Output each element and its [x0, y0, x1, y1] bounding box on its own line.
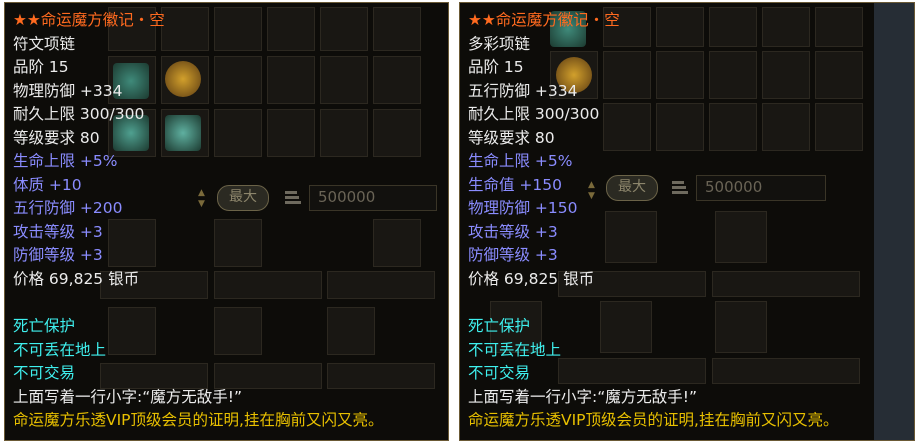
- item-tooltip: ★★命运魔方徽记・空 符文项链 品阶 15 物理防御 +334 耐久上限 300…: [5, 3, 383, 433]
- bonus-stat: 攻击等级 +3: [13, 222, 103, 241]
- item-tooltip-panel-right: ▲ ▼ 最大 500000 ★★命运魔方徽记・空 多彩项链 品阶 15 五行防御…: [459, 2, 915, 441]
- item-grade: 品阶 15: [13, 58, 69, 76]
- bonus-stat: 生命上限 +5%: [13, 152, 118, 170]
- item-type: 多彩项链: [468, 34, 531, 53]
- bonus-stat: 生命上限 +5%: [468, 152, 573, 170]
- item-property: 不可丢在地上: [13, 340, 107, 359]
- item-price: 价格 69,825 银币: [468, 269, 595, 288]
- background-edge: [874, 3, 914, 440]
- item-tooltip-panel-left: ▲ ▼ 最大 500000 ★★命运魔方徽记・空 符文项链 品阶 15 物理防御…: [4, 2, 449, 441]
- level-requirement: 等级要求 80: [13, 128, 100, 147]
- item-title: ★★命运魔方徽记・空: [13, 11, 165, 29]
- item-property: 不可丢在地上: [468, 340, 562, 359]
- item-property: 死亡保护: [468, 317, 531, 335]
- bonus-stat: 体质 +10: [13, 175, 82, 194]
- bonus-stat: 五行防御 +200: [13, 199, 123, 217]
- item-property: 不可交易: [13, 364, 76, 382]
- item-property: 不可交易: [468, 364, 531, 382]
- item-flavor-text: 命运魔方乐透VIP顶级会员的证明,挂在胸前又闪又亮。: [468, 411, 839, 429]
- bonus-stat: 防御等级 +3: [468, 246, 558, 264]
- bonus-stat: 生命值 +150: [468, 175, 562, 194]
- item-description: 上面写着一行小字:“魔方无敌手!”: [468, 387, 697, 406]
- item-property: 死亡保护: [13, 317, 76, 335]
- bonus-stat: 防御等级 +3: [13, 246, 103, 264]
- bonus-stat: 物理防御 +150: [468, 199, 578, 217]
- item-title: ★★命运魔方徽记・空: [468, 11, 620, 29]
- base-stat: 五行防御 +334: [468, 81, 578, 100]
- level-requirement: 等级要求 80: [468, 128, 555, 147]
- item-grade: 品阶 15: [468, 58, 524, 76]
- item-price: 价格 69,825 银币: [13, 269, 140, 288]
- item-flavor-text: 命运魔方乐透VIP顶级会员的证明,挂在胸前又闪又亮。: [13, 411, 384, 429]
- item-description: 上面写着一行小字:“魔方无敌手!”: [13, 387, 242, 406]
- durability: 耐久上限 300/300: [13, 105, 145, 123]
- item-tooltip: ★★命运魔方徽记・空 多彩项链 品阶 15 五行防御 +334 耐久上限 300…: [460, 3, 838, 433]
- bonus-stat: 攻击等级 +3: [468, 222, 558, 241]
- base-stat: 物理防御 +334: [13, 81, 123, 100]
- item-type: 符文项链: [13, 34, 76, 53]
- durability: 耐久上限 300/300: [468, 105, 600, 123]
